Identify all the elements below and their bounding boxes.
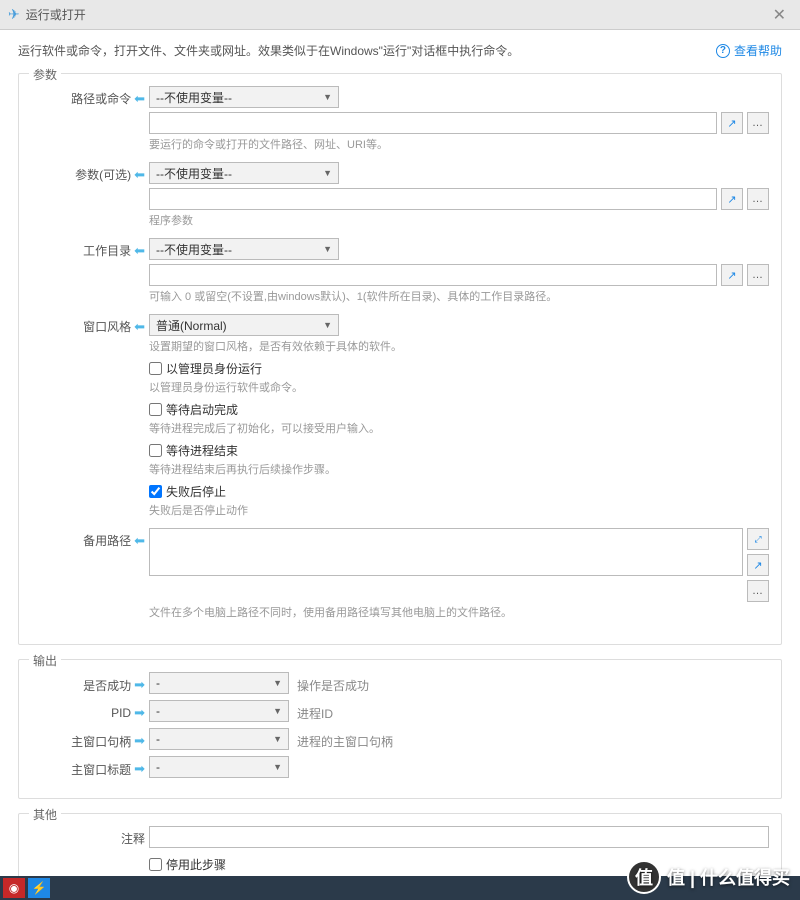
- taskbar-app-1[interactable]: ◉: [3, 878, 25, 898]
- browse-button[interactable]: …: [747, 264, 769, 286]
- params-legend: 参数: [29, 66, 61, 83]
- arrow-out-icon: ➡: [134, 705, 145, 721]
- success-combo[interactable]: -▼: [149, 672, 289, 694]
- description-text: 运行软件或命令，打开文件、文件夹或网址。效果类似于在Windows"运行"对话框…: [18, 42, 519, 59]
- winstyle-hint: 设置期望的窗口风格，是否有效依赖于具体的软件。: [149, 338, 769, 354]
- watermark: 值 值 | 什么值得买: [627, 860, 790, 894]
- popup-icon[interactable]: ↗: [747, 554, 769, 576]
- arrow-out-icon: ➡: [134, 677, 145, 693]
- watermark-text: 值 | 什么值得买: [667, 864, 790, 890]
- chevron-down-icon: ▼: [273, 762, 282, 772]
- args-variable-combo[interactable]: --不使用变量--▼: [149, 162, 339, 184]
- chevron-down-icon: ▼: [273, 678, 282, 688]
- dialog-content: 运行软件或命令，打开文件、文件夹或网址。效果类似于在Windows"运行"对话框…: [0, 30, 800, 876]
- chevron-down-icon: ▼: [323, 320, 332, 330]
- pid-desc: 进程ID: [297, 701, 333, 722]
- workdir-hint: 可输入 0 或留空(不设置,由windows默认)、1(软件所在目录)、具体的工…: [149, 288, 769, 304]
- arrow-in-icon: ⬅: [134, 533, 145, 549]
- help-label: 查看帮助: [734, 42, 782, 59]
- browse-button[interactable]: …: [747, 188, 769, 210]
- expand-icon[interactable]: ↗: [721, 112, 743, 134]
- success-desc: 操作是否成功: [297, 673, 369, 694]
- watermark-icon: 值: [627, 860, 661, 894]
- waitend-hint: 等待进程结束后再执行后续操作步骤。: [149, 461, 769, 477]
- arrow-in-icon: ⬅: [134, 91, 145, 107]
- comment-label: 注释: [121, 830, 145, 847]
- chevron-down-icon: ▼: [273, 734, 282, 744]
- chevron-down-icon: ▼: [323, 168, 332, 178]
- chevron-down-icon: ▼: [323, 92, 332, 102]
- window-title: 运行或打开: [26, 6, 767, 23]
- params-fieldset: 参数 路径或命令⬅ --不使用变量--▼ ↗ … 要运行的命令或打开的文件路径、…: [18, 73, 782, 645]
- chevron-down-icon: ▼: [273, 706, 282, 716]
- stopfail-checkbox[interactable]: [149, 485, 162, 498]
- hwnd-label: 主窗口句柄: [71, 733, 131, 750]
- app-icon: ✈: [8, 6, 20, 23]
- args-input[interactable]: [149, 188, 717, 210]
- waitend-checkbox[interactable]: [149, 444, 162, 457]
- runas-hint: 以管理员身份运行软件或命令。: [149, 379, 769, 395]
- pid-combo[interactable]: -▼: [149, 700, 289, 722]
- waitstart-checkbox[interactable]: [149, 403, 162, 416]
- wtitle-combo[interactable]: -▼: [149, 756, 289, 778]
- winstyle-combo[interactable]: 普通(Normal)▼: [149, 314, 339, 336]
- winstyle-label: 窗口风格: [83, 318, 131, 335]
- args-hint: 程序参数: [149, 212, 769, 228]
- args-label: 参数(可选): [75, 166, 131, 183]
- output-legend: 输出: [29, 652, 61, 669]
- hwnd-combo[interactable]: -▼: [149, 728, 289, 750]
- workdir-input[interactable]: [149, 264, 717, 286]
- expand-icon[interactable]: ↗: [721, 264, 743, 286]
- workdir-variable-combo[interactable]: --不使用变量--▼: [149, 238, 339, 260]
- chevron-down-icon: ▼: [323, 244, 332, 254]
- runas-label: 以管理员身份运行: [166, 360, 262, 377]
- hwnd-desc: 进程的主窗口句柄: [297, 729, 393, 750]
- backup-textarea[interactable]: [149, 528, 743, 576]
- help-link[interactable]: ? 查看帮助: [716, 42, 782, 59]
- comment-input[interactable]: [149, 826, 769, 848]
- browse-button[interactable]: …: [747, 580, 769, 602]
- path-hint: 要运行的命令或打开的文件路径、网址、URI等。: [149, 136, 769, 152]
- workdir-label: 工作目录: [83, 242, 131, 259]
- waitstart-label: 等待启动完成: [166, 401, 238, 418]
- expand-icon[interactable]: ↗: [721, 188, 743, 210]
- browse-button[interactable]: …: [747, 112, 769, 134]
- path-label: 路径或命令: [71, 90, 131, 107]
- pid-label: PID: [111, 706, 131, 720]
- wtitle-label: 主窗口标题: [71, 761, 131, 778]
- waitstart-hint: 等待进程完成后了初始化，可以接受用户输入。: [149, 420, 769, 436]
- path-variable-combo[interactable]: --不使用变量--▼: [149, 86, 339, 108]
- backup-hint: 文件在多个电脑上路径不同时，使用备用路径填写其他电脑上的文件路径。: [149, 604, 769, 620]
- arrow-out-icon: ➡: [134, 733, 145, 749]
- runas-checkbox[interactable]: [149, 362, 162, 375]
- waitend-label: 等待进程结束: [166, 442, 238, 459]
- stopfail-hint: 失败后是否停止动作: [149, 502, 769, 518]
- stopfail-label: 失败后停止: [166, 483, 226, 500]
- arrow-in-icon: ⬅: [134, 167, 145, 183]
- path-input[interactable]: [149, 112, 717, 134]
- expand-icon[interactable]: ⤢: [747, 528, 769, 550]
- backup-label: 备用路径: [83, 532, 131, 549]
- arrow-in-icon: ⬅: [134, 243, 145, 259]
- success-label: 是否成功: [83, 677, 131, 694]
- disable-checkbox[interactable]: [149, 858, 162, 871]
- disable-label: 停用此步骤: [166, 856, 226, 873]
- help-icon: ?: [716, 44, 730, 58]
- close-icon[interactable]: ✕: [767, 5, 792, 25]
- titlebar: ✈ 运行或打开 ✕: [0, 0, 800, 30]
- taskbar-app-2[interactable]: ⚡: [28, 878, 50, 898]
- arrow-out-icon: ➡: [134, 761, 145, 777]
- arrow-in-icon: ⬅: [134, 319, 145, 335]
- other-legend: 其他: [29, 806, 61, 823]
- output-fieldset: 输出 是否成功➡ -▼ 操作是否成功 PID➡ -▼ 进程ID 主窗口句柄➡ -…: [18, 659, 782, 799]
